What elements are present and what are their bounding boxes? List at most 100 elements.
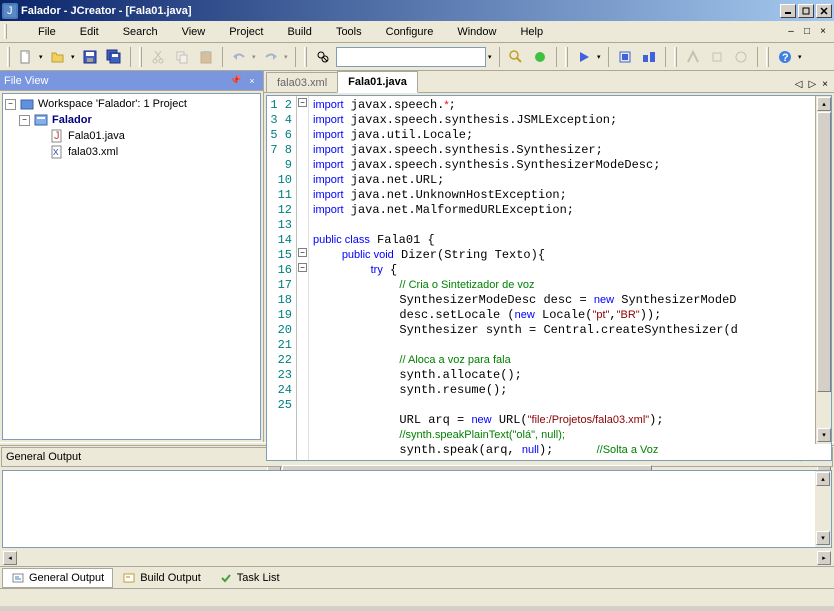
inner-close-button[interactable]: × bbox=[816, 25, 830, 39]
help-button[interactable]: ? bbox=[774, 46, 796, 68]
scroll-up-button[interactable]: ▴ bbox=[816, 472, 830, 486]
search-input[interactable] bbox=[336, 47, 486, 67]
bookmark-button[interactable] bbox=[529, 46, 551, 68]
toolbar-grip-4[interactable] bbox=[565, 47, 568, 67]
build-button[interactable] bbox=[638, 46, 660, 68]
fold-marker[interactable]: − bbox=[298, 248, 307, 257]
tab-fala01-java[interactable]: Fala01.java bbox=[337, 71, 418, 93]
menu-file[interactable]: File bbox=[28, 23, 66, 41]
scroll-up-button[interactable]: ▴ bbox=[817, 97, 831, 111]
tree-expand-icon[interactable]: − bbox=[5, 99, 16, 110]
output-vertical-scrollbar[interactable]: ▴ ▾ bbox=[815, 471, 831, 547]
menubar-grip[interactable] bbox=[4, 24, 7, 39]
fold-marker[interactable]: − bbox=[298, 263, 307, 272]
fold-marker[interactable]: − bbox=[298, 98, 307, 107]
fold-column: − − − bbox=[297, 96, 309, 460]
compile-button[interactable] bbox=[614, 46, 636, 68]
run-dropdown[interactable]: ▾ bbox=[597, 53, 603, 61]
scroll-left-button[interactable]: ◂ bbox=[3, 551, 17, 565]
menu-bar: File Edit Search View Project Build Tool… bbox=[0, 21, 834, 43]
tree-file-java[interactable]: J Fala01.java bbox=[5, 128, 258, 144]
bottom-tabs: General Output Build Output Task List bbox=[0, 566, 834, 588]
tab-prev-button[interactable]: ◁ bbox=[793, 77, 805, 92]
menu-build[interactable]: Build bbox=[277, 23, 321, 41]
undo-dropdown[interactable]: ▾ bbox=[252, 53, 258, 61]
undo-button[interactable] bbox=[228, 46, 250, 68]
window-title: Falador - JCreator - [Fala01.java] bbox=[21, 5, 780, 17]
menu-view[interactable]: View bbox=[172, 23, 216, 41]
tab-close-button[interactable]: × bbox=[820, 77, 830, 92]
paste-button[interactable] bbox=[195, 46, 217, 68]
menu-configure[interactable]: Configure bbox=[376, 23, 444, 41]
help-dropdown[interactable]: ▾ bbox=[798, 53, 804, 61]
tab-build-output[interactable]: Build Output bbox=[113, 568, 210, 588]
tab-task-list-label: Task List bbox=[237, 572, 280, 584]
scroll-down-button[interactable]: ▾ bbox=[816, 531, 830, 545]
java-file-icon: J bbox=[49, 129, 65, 143]
file-view-panel: File View 📌 × − Workspace 'Falador': 1 P… bbox=[0, 71, 264, 442]
redo-dropdown[interactable]: ▾ bbox=[284, 53, 290, 61]
open-button[interactable] bbox=[47, 46, 69, 68]
file-tree[interactable]: − Workspace 'Falador': 1 Project − Falad… bbox=[2, 93, 261, 440]
toolbar: ▾ ▾ ▾ ▾ ▾ ▾ ? ▾ bbox=[0, 43, 834, 71]
scroll-thumb[interactable] bbox=[817, 112, 831, 392]
find-button[interactable] bbox=[312, 46, 334, 68]
menu-tools[interactable]: Tools bbox=[326, 23, 372, 41]
new-file-button[interactable] bbox=[15, 46, 37, 68]
toolbar-grip-2[interactable] bbox=[139, 47, 142, 67]
close-button[interactable] bbox=[816, 4, 832, 18]
menu-window[interactable]: Window bbox=[447, 23, 506, 41]
save-button[interactable] bbox=[79, 46, 101, 68]
toolbar-grip-5[interactable] bbox=[674, 47, 677, 67]
save-all-button[interactable] bbox=[103, 46, 125, 68]
tab-fala03-xml[interactable]: fala03.xml bbox=[266, 72, 338, 92]
output-content[interactable]: ▴ ▾ bbox=[2, 470, 832, 548]
new-file-dropdown[interactable]: ▾ bbox=[39, 53, 45, 61]
code-text[interactable]: import javax.speech.*; import javax.spee… bbox=[309, 96, 831, 460]
maximize-button[interactable] bbox=[798, 4, 814, 18]
menu-edit[interactable]: Edit bbox=[70, 23, 109, 41]
tab-next-button[interactable]: ▷ bbox=[806, 77, 818, 92]
run-button[interactable] bbox=[573, 46, 595, 68]
tree-project[interactable]: − Falador bbox=[5, 112, 258, 128]
panel-close-button[interactable]: × bbox=[245, 74, 259, 88]
output-icon bbox=[11, 571, 25, 585]
svg-text:J: J bbox=[7, 5, 13, 17]
status-bar bbox=[0, 588, 834, 606]
tab-general-output-label: General Output bbox=[29, 572, 104, 584]
tool-1-button[interactable] bbox=[682, 46, 704, 68]
tree-workspace[interactable]: − Workspace 'Falador': 1 Project bbox=[5, 96, 258, 112]
vertical-scrollbar[interactable]: ▴ ▾ bbox=[815, 96, 831, 444]
code-editor[interactable]: 1 2 3 4 5 6 7 8 9 10 11 12 13 14 15 16 1… bbox=[266, 95, 832, 461]
toolbar-grip-3[interactable] bbox=[304, 47, 307, 67]
menu-search[interactable]: Search bbox=[113, 23, 168, 41]
tool-2-button[interactable] bbox=[706, 46, 728, 68]
scroll-right-button[interactable]: ▸ bbox=[817, 551, 831, 565]
cut-button[interactable] bbox=[147, 46, 169, 68]
toolbar-grip[interactable] bbox=[7, 47, 10, 67]
toolbar-grip-6[interactable] bbox=[766, 47, 769, 67]
search-dropdown[interactable]: ▾ bbox=[488, 53, 494, 61]
tree-file-java-label: Fala01.java bbox=[68, 130, 125, 142]
pin-icon[interactable]: 📌 bbox=[229, 74, 243, 88]
svg-text:J: J bbox=[54, 130, 60, 142]
tree-expand-icon[interactable]: − bbox=[19, 115, 30, 126]
xml-file-icon: x bbox=[49, 145, 65, 159]
find-in-files-button[interactable] bbox=[505, 46, 527, 68]
tree-file-xml[interactable]: x fala03.xml bbox=[5, 144, 258, 160]
inner-restore-button[interactable]: □ bbox=[800, 25, 814, 39]
menu-project[interactable]: Project bbox=[219, 23, 273, 41]
tool-3-button[interactable] bbox=[730, 46, 752, 68]
svg-text:?: ? bbox=[782, 52, 789, 64]
open-dropdown[interactable]: ▾ bbox=[71, 53, 77, 61]
minimize-button[interactable] bbox=[780, 4, 796, 18]
tab-task-list[interactable]: Task List bbox=[210, 568, 289, 588]
copy-button[interactable] bbox=[171, 46, 193, 68]
file-view-title: File View bbox=[4, 75, 227, 87]
inner-minimize-button[interactable]: – bbox=[784, 25, 798, 39]
scroll-down-button[interactable]: ▾ bbox=[817, 428, 831, 442]
redo-button[interactable] bbox=[260, 46, 282, 68]
output-horizontal-scrollbar[interactable]: ◂ ▸ bbox=[2, 550, 832, 566]
tab-general-output[interactable]: General Output bbox=[2, 568, 113, 588]
menu-help[interactable]: Help bbox=[510, 23, 553, 41]
